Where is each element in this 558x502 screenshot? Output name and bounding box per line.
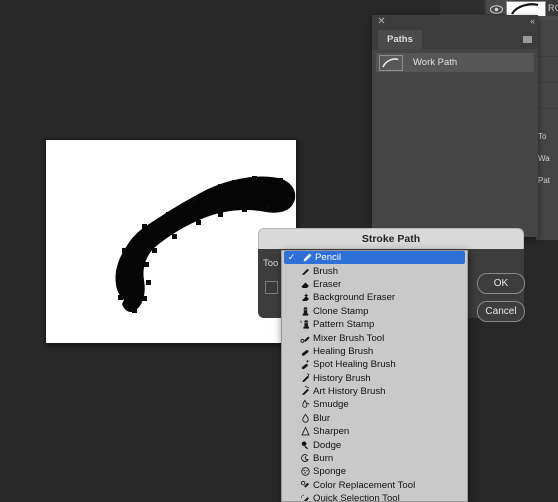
background-eraser-icon [297,292,313,303]
tool-dropdown-menu[interactable]: ✓ Pencil Brush Eraser Background Eraser Clone… [281,250,468,502]
menu-item-sponge[interactable]: Sponge [282,465,467,478]
menu-item-label: Brush [313,265,339,277]
menu-item-pattern-stamp[interactable]: x Pattern Stamp [282,318,467,331]
menu-item-smudge[interactable]: Smudge [282,398,467,411]
burn-icon [297,453,313,464]
paths-panel-titlebar: ✕ « [372,15,538,30]
channels-strip-segment-left [440,0,484,14]
menu-item-label: History Brush [313,372,371,384]
background-panel-sliver: To Wa Pat [536,20,558,240]
sharpen-icon [297,426,313,437]
menu-item-label: Dodge [313,439,342,451]
menu-item-label: Pattern Stamp [313,319,375,331]
path-name-label: Work Path [413,57,458,68]
dodge-icon [297,440,313,451]
spot-healing-brush-icon [297,359,313,370]
pattern-stamp-icon: x [297,319,313,330]
paths-panel: ✕ « Paths Work Path [372,15,538,237]
dialog-titlebar: Stroke Path [258,228,524,249]
menu-item-label: Color Replacement Tool [313,479,416,491]
paths-panel-tabbar: Paths [372,30,538,49]
menu-item-label: Mixer Brush Tool [313,332,385,344]
tab-paths[interactable]: Paths [378,30,422,49]
channel-label-rgb: RGB [548,3,558,13]
menu-item-brush[interactable]: Brush [282,264,467,277]
menu-item-spot-healing-brush[interactable]: Spot Healing Brush [282,358,467,371]
pencil-icon [299,252,315,263]
menu-item-mixer-brush-tool[interactable]: Mixer Brush Tool [282,331,467,344]
brush-icon [297,266,313,277]
eye-icon[interactable] [488,2,504,16]
eraser-icon [297,279,313,290]
menu-item-background-eraser[interactable]: Background Eraser [282,291,467,304]
cancel-button[interactable]: Cancel [477,301,525,322]
menu-item-label: Pencil [315,252,342,264]
quick-selection-icon [297,493,313,501]
menu-item-label: Smudge [313,399,349,411]
menu-item-label: Background Eraser [313,292,396,304]
list-item[interactable]: Work Path [376,53,534,72]
menu-item-eraser[interactable]: Eraser [282,278,467,291]
simulate-pressure-checkbox[interactable] [265,281,278,294]
panel-menu-icon[interactable] [523,36,532,43]
mixer-brush-icon [297,333,313,344]
collapse-double-chevron-icon[interactable]: « [530,17,535,26]
menu-item-label: Sponge [313,466,347,478]
smudge-icon [297,399,313,410]
check-icon: ✓ [287,252,296,263]
menu-item-label: Sharpen [313,426,350,438]
history-brush-icon [297,373,313,384]
menu-item-sharpen[interactable]: Sharpen [282,425,467,438]
close-icon[interactable]: ✕ [376,16,387,27]
menu-item-clone-stamp[interactable]: Clone Stamp [282,305,467,318]
bg-panel-line-2: Pat [538,176,551,185]
menu-item-label: Clone Stamp [313,305,369,317]
menu-item-label: Spot Healing Brush [313,359,396,371]
menu-item-label: Quick Selection Tool [313,493,400,502]
bg-panel-line-1: Wa [538,154,550,163]
path-thumbnail-icon [379,54,403,71]
menu-item-history-brush[interactable]: History Brush [282,372,467,385]
healing-brush-icon [297,346,313,357]
menu-item-label: Eraser [313,278,342,290]
menu-item-blur[interactable]: Blur [282,412,467,425]
menu-item-label: Burn [313,453,334,465]
paths-panel-body: Work Path [372,49,538,237]
ok-button[interactable]: OK [477,273,525,294]
bg-panel-line-0: To [538,132,547,141]
color-replacement-icon [297,480,313,491]
menu-item-pencil[interactable]: ✓ Pencil [284,251,465,265]
menu-item-color-replacement-tool[interactable]: Color Replacement Tool [282,479,467,492]
menu-item-label: Art History Brush [313,386,386,398]
menu-item-burn[interactable]: Burn [282,452,467,465]
menu-item-label: Healing Brush [313,345,374,357]
art-history-brush-icon [297,386,313,397]
blur-icon [297,413,313,424]
menu-item-quick-selection-tool[interactable]: Quick Selection Tool [282,492,467,502]
menu-item-dodge[interactable]: Dodge [282,438,467,451]
clone-stamp-icon [297,306,313,317]
svg-text:x: x [300,319,303,324]
menu-item-label: Blur [313,412,331,424]
menu-item-art-history-brush[interactable]: Art History Brush [282,385,467,398]
menu-item-healing-brush[interactable]: Healing Brush [282,345,467,358]
page-title: Stroke Path [361,233,421,245]
tool-label: Too [263,258,279,269]
sponge-icon [297,466,313,477]
